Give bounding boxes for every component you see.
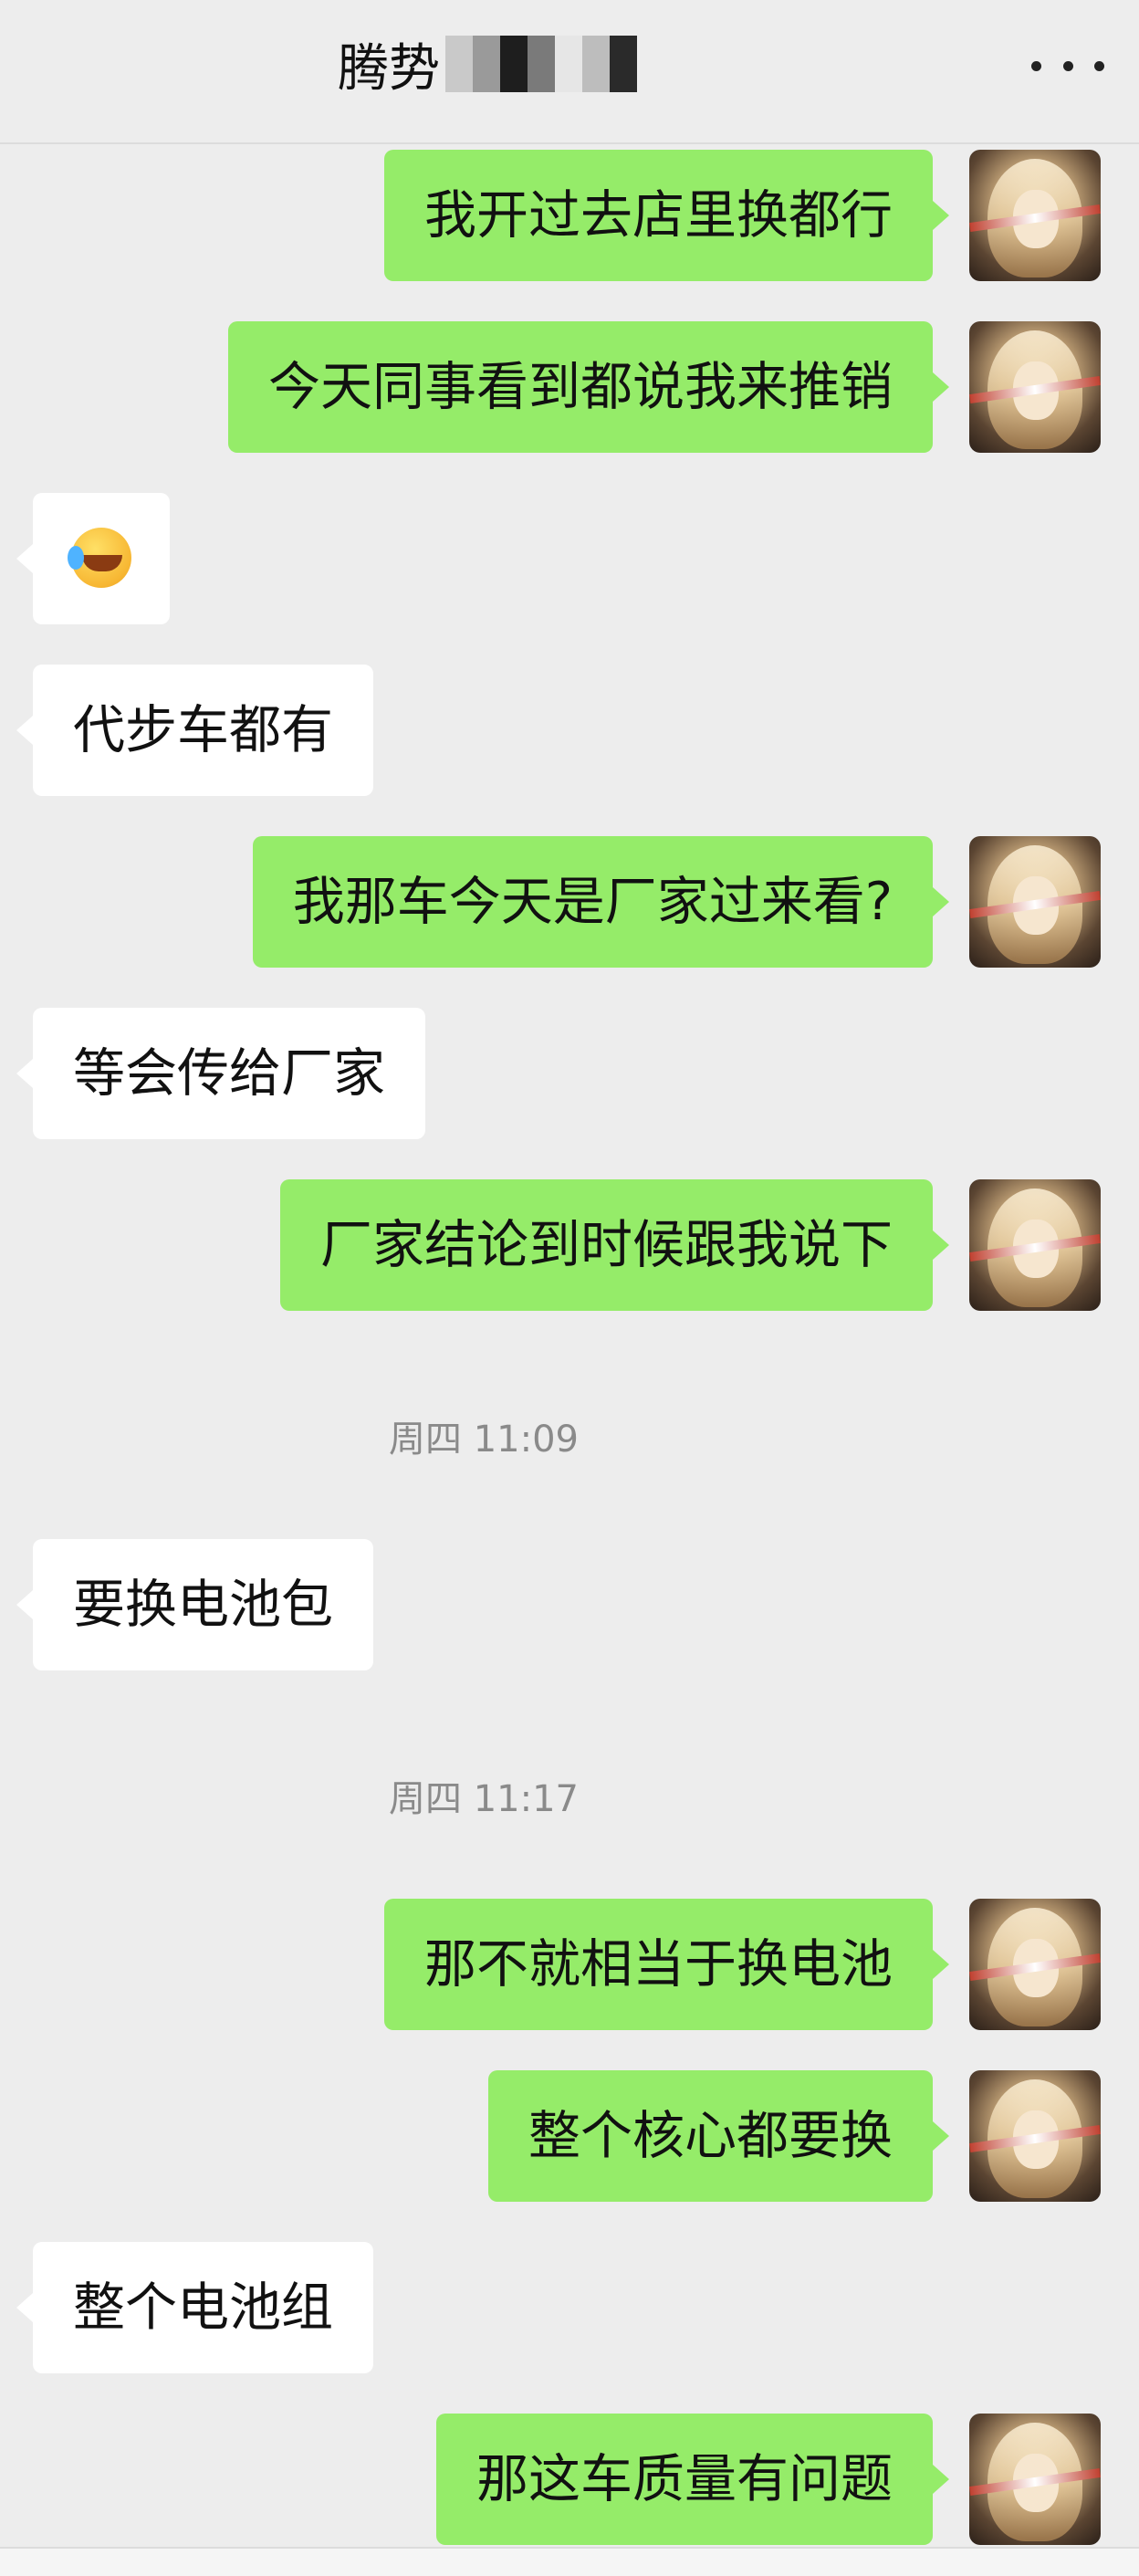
message-bubble-incoming[interactable]: [16, 493, 170, 624]
message-bubble-incoming[interactable]: 代步车都有: [16, 665, 373, 796]
laughing-crying-emoji-icon: [68, 528, 131, 589]
contact-name: 腾势: [338, 38, 440, 99]
message-row: 今天同事看到都说我来推销: [0, 321, 1139, 453]
chat-title[interactable]: 腾势: [338, 29, 637, 99]
avatar[interactable]: [969, 2070, 1101, 2202]
redacted-name-mosaic: [445, 35, 637, 93]
message-row: 那这车质量有问题: [0, 2414, 1139, 2545]
message-row: 厂家结论到时候跟我说下: [0, 1179, 1139, 1311]
message-row: 代步车都有: [0, 665, 1139, 796]
message-bubble-outgoing[interactable]: 厂家结论到时候跟我说下: [280, 1179, 949, 1311]
more-dots-icon[interactable]: [1031, 37, 1104, 95]
input-bar-edge: [0, 2547, 1139, 2576]
message-bubble-incoming[interactable]: 等会传给厂家: [16, 1008, 425, 1139]
message-row: 整个电池组: [0, 2242, 1139, 2373]
message-bubble-incoming[interactable]: 要换电池包: [16, 1539, 373, 1670]
avatar[interactable]: [969, 1899, 1101, 2030]
message-row: [0, 493, 1139, 624]
chat-header: 腾势: [0, 0, 1139, 144]
timestamp: 周四 11:09: [389, 1419, 579, 1461]
message-bubble-outgoing[interactable]: 整个核心都要换: [488, 2070, 949, 2202]
timestamp: 周四 11:17: [389, 1778, 579, 1820]
message-bubble-outgoing[interactable]: 今天同事看到都说我来推销: [228, 321, 949, 453]
message-row: 我那车今天是厂家过来看?: [0, 836, 1139, 968]
avatar[interactable]: [969, 2414, 1101, 2545]
avatar[interactable]: [969, 321, 1101, 453]
avatar[interactable]: [969, 150, 1101, 281]
message-row: 我开过去店里换都行: [0, 150, 1139, 281]
message-row: 等会传给厂家: [0, 1008, 1139, 1139]
message-bubble-outgoing[interactable]: 我开过去店里换都行: [384, 150, 949, 281]
message-row: 那不就相当于换电池: [0, 1899, 1139, 2030]
message-bubble-outgoing[interactable]: 那这车质量有问题: [436, 2414, 949, 2545]
message-row: 整个核心都要换: [0, 2070, 1139, 2202]
message-row: 要换电池包: [0, 1539, 1139, 1670]
avatar[interactable]: [969, 836, 1101, 968]
message-bubble-incoming[interactable]: 整个电池组: [16, 2242, 373, 2373]
avatar[interactable]: [969, 1179, 1101, 1311]
message-bubble-outgoing[interactable]: 那不就相当于换电池: [384, 1899, 949, 2030]
message-bubble-outgoing[interactable]: 我那车今天是厂家过来看?: [252, 836, 950, 968]
